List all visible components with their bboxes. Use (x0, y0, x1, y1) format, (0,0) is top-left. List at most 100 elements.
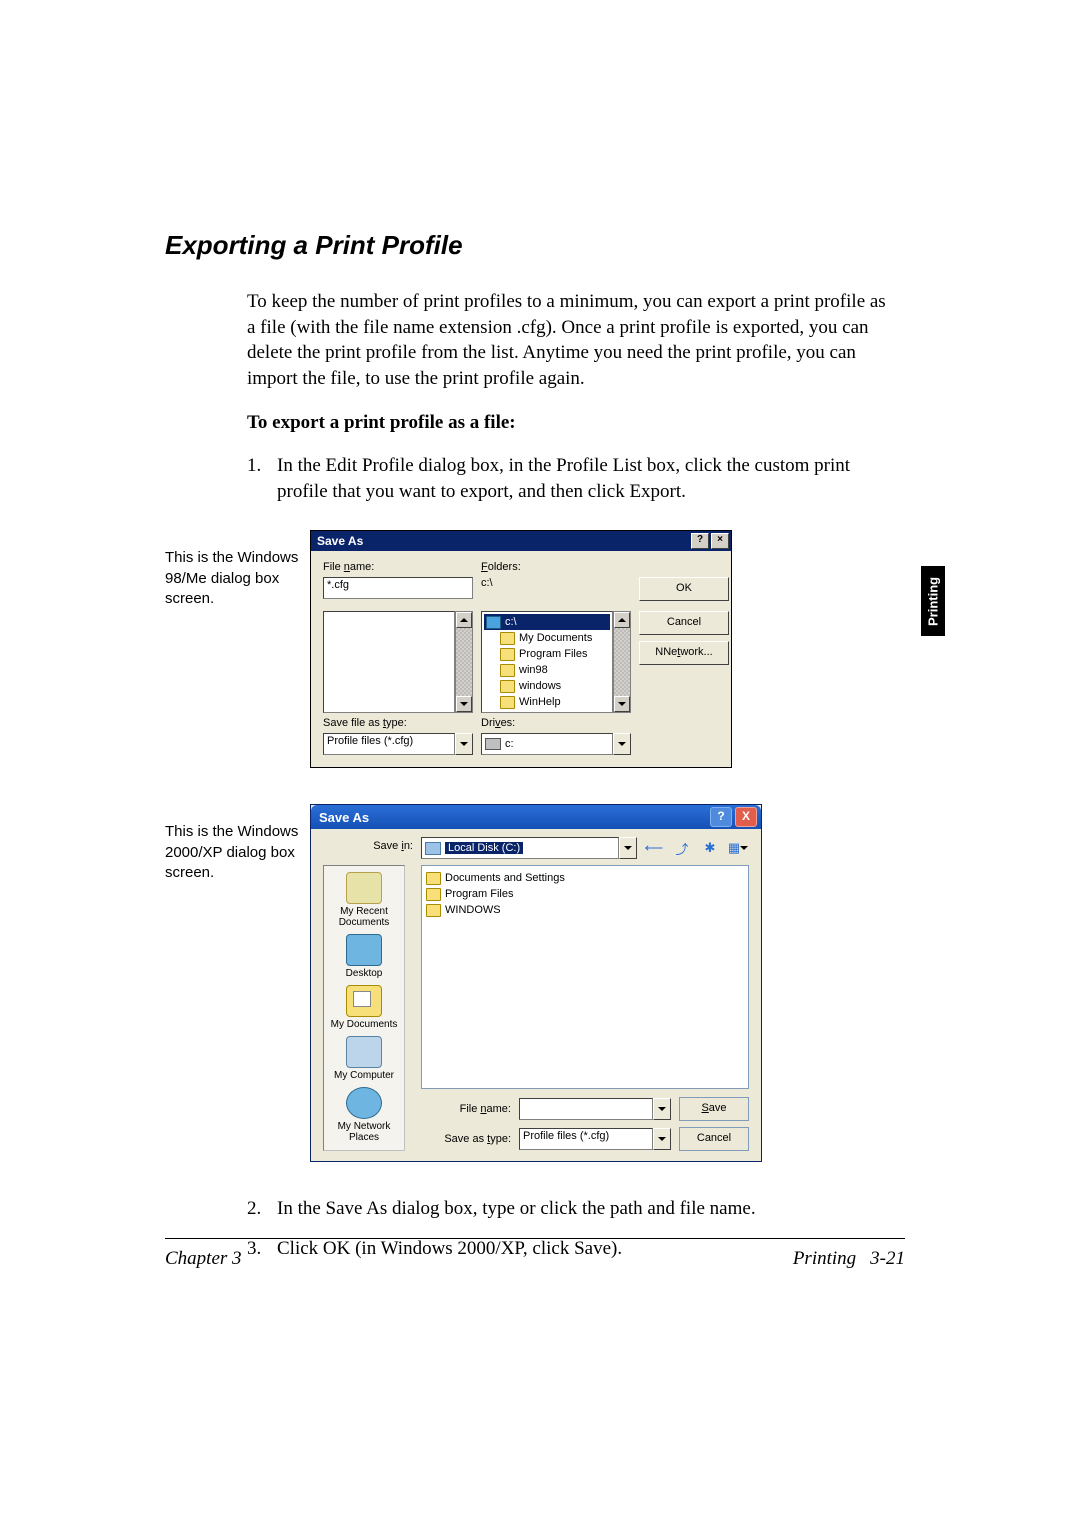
network-button-label: Network... (663, 646, 713, 658)
figure-2: This is the Windows 2000/XP dialog box s… (165, 804, 905, 1162)
folder-icon (426, 872, 441, 885)
save-button[interactable]: Save (679, 1097, 749, 1121)
close-icon[interactable]: × (711, 533, 729, 549)
step-1: 1. In the Edit Profile dialog box, in th… (247, 453, 887, 504)
up-one-level-icon[interactable]: ⤴ (671, 837, 693, 859)
intro-paragraph: To keep the number of print profiles to … (247, 289, 887, 392)
folder-icon (500, 632, 515, 645)
dialog-titlebar[interactable]: Save As ? × (311, 531, 731, 551)
scroll-down-icon[interactable] (456, 696, 472, 712)
new-folder-icon[interactable]: ✱ (699, 837, 721, 859)
chevron-down-icon[interactable] (455, 733, 473, 755)
section-tab: Printing (921, 566, 945, 636)
chevron-down-icon[interactable] (619, 837, 637, 859)
step-text: In the Edit Profile dialog box, in the P… (277, 453, 887, 504)
chevron-down-icon[interactable] (613, 733, 631, 755)
footer-left: Chapter 3 (165, 1248, 242, 1270)
chevron-down-icon[interactable] (653, 1098, 671, 1120)
chevron-down-icon[interactable] (653, 1128, 671, 1150)
save-as-type-label: Save file as type: (323, 717, 473, 729)
folder-icon (500, 680, 515, 693)
current-path: c:\ (481, 577, 631, 607)
places-mydocs[interactable]: My Documents (329, 985, 399, 1030)
drives-label: Drives: (481, 717, 631, 729)
page-content: Printing Exporting a Print Profile To ke… (165, 230, 905, 1268)
save-as-type-select[interactable]: Profile files (*.cfg) (519, 1128, 671, 1150)
save-as-type-value: Profile files (*.cfg) (323, 733, 455, 755)
places-desktop[interactable]: Desktop (329, 934, 399, 979)
my-network-icon (346, 1087, 382, 1119)
filename-list-wrap (323, 611, 473, 713)
scroll-up-icon[interactable] (614, 612, 630, 628)
folder-icon (500, 664, 515, 677)
my-computer-icon (346, 1036, 382, 1068)
footer-right-section: Printing (793, 1248, 856, 1270)
savein-label: Save in: (323, 837, 413, 865)
dialog-body: Save in: Local Disk (C:) ⟵ ⤴ ✱ ▦ (311, 829, 761, 1161)
step-text: In the Save As dialog box, type or click… (277, 1196, 887, 1222)
savein-select[interactable]: Local Disk (C:) (421, 837, 637, 859)
dialog-title: Save As (319, 810, 369, 825)
footer-right-page: 3-21 (870, 1248, 905, 1270)
places-bar: My Recent Documents Desktop My Documents… (323, 865, 405, 1151)
help-icon[interactable]: ? (710, 807, 732, 827)
folders-label: Folders: (481, 561, 631, 573)
scrollbar[interactable] (455, 611, 473, 713)
folders-tree-wrap: c:\My DocumentsProgram Fileswin98windows… (481, 611, 631, 713)
scrollbar[interactable] (613, 611, 631, 713)
step-number: 1. (247, 453, 277, 504)
open-folder-icon (486, 616, 501, 629)
ok-button[interactable]: OK (639, 577, 729, 601)
cancel-button[interactable]: Cancel (639, 611, 729, 635)
step-2: 2. In the Save As dialog box, type or cl… (247, 1196, 887, 1222)
views-icon[interactable]: ▦ (727, 837, 749, 859)
back-icon[interactable]: ⟵ (643, 837, 665, 859)
figure-1: This is the Windows 98/Me dialog box scr… (165, 530, 905, 768)
places-recent[interactable]: My Recent Documents (329, 872, 399, 928)
filename-label: File name: (323, 561, 473, 573)
folder-icon (426, 904, 441, 917)
folder-icon (500, 648, 515, 661)
network-button[interactable]: NNNetwork... (639, 641, 729, 665)
places-mynet[interactable]: My Network Places (329, 1087, 399, 1143)
filename-input[interactable]: *.cfg (323, 577, 473, 599)
help-icon[interactable]: ? (691, 533, 709, 549)
scroll-down-icon[interactable] (614, 696, 630, 712)
filename-value (519, 1098, 653, 1120)
dialog-title: Save As (317, 534, 363, 548)
body-column: To keep the number of print profiles to … (247, 289, 887, 504)
procedure-heading: To export a print profile as a file: (247, 410, 887, 436)
figure-2-caption: This is the Windows 2000/XP dialog box s… (165, 804, 310, 883)
close-icon[interactable]: X (735, 807, 757, 827)
folder-icon (426, 888, 441, 901)
drive-icon (485, 738, 501, 750)
save-as-type-select[interactable]: Profile files (*.cfg) (323, 733, 473, 755)
section-heading: Exporting a Print Profile (165, 230, 905, 261)
drives-select[interactable]: c: (481, 733, 631, 755)
winxp-save-as-dialog: Save As ? X Save in: Local Disk (C:) ⟵ (310, 804, 762, 1162)
scroll-up-icon[interactable] (456, 612, 472, 628)
drive-icon (425, 842, 441, 855)
drives-value: c: (481, 733, 613, 755)
save-as-type-value: Profile files (*.cfg) (519, 1128, 653, 1150)
folder-icon (500, 696, 515, 709)
my-documents-icon (346, 985, 382, 1017)
filename-list[interactable] (323, 611, 455, 713)
step-number: 2. (247, 1196, 277, 1222)
recent-icon (346, 872, 382, 904)
dialog-body: File name: Folders: *.cfg c:\ OK (311, 551, 731, 767)
filename-input[interactable] (519, 1098, 671, 1120)
save-as-type-label: Save as type: (421, 1133, 511, 1145)
win98-save-as-dialog: Save As ? × File name: Folders: *.cfg c:… (310, 530, 732, 768)
dialog-titlebar[interactable]: Save As ? X (311, 805, 761, 829)
savein-value: Local Disk (C:) (445, 842, 523, 854)
cancel-button[interactable]: Cancel (679, 1127, 749, 1151)
page-footer: Chapter 3 Printing 3-21 (165, 1248, 905, 1270)
folders-tree[interactable]: c:\My DocumentsProgram Fileswin98windows… (481, 611, 613, 713)
desktop-icon (346, 934, 382, 966)
right-column: Documents and SettingsProgram FilesWINDO… (421, 865, 749, 1151)
places-mycomp[interactable]: My Computer (329, 1036, 399, 1081)
dialog-bottom: File name: Save Save as type: Profile fi… (421, 1097, 749, 1151)
figure-1-caption: This is the Windows 98/Me dialog box scr… (165, 530, 310, 609)
file-list[interactable]: Documents and SettingsProgram FilesWINDO… (421, 865, 749, 1089)
